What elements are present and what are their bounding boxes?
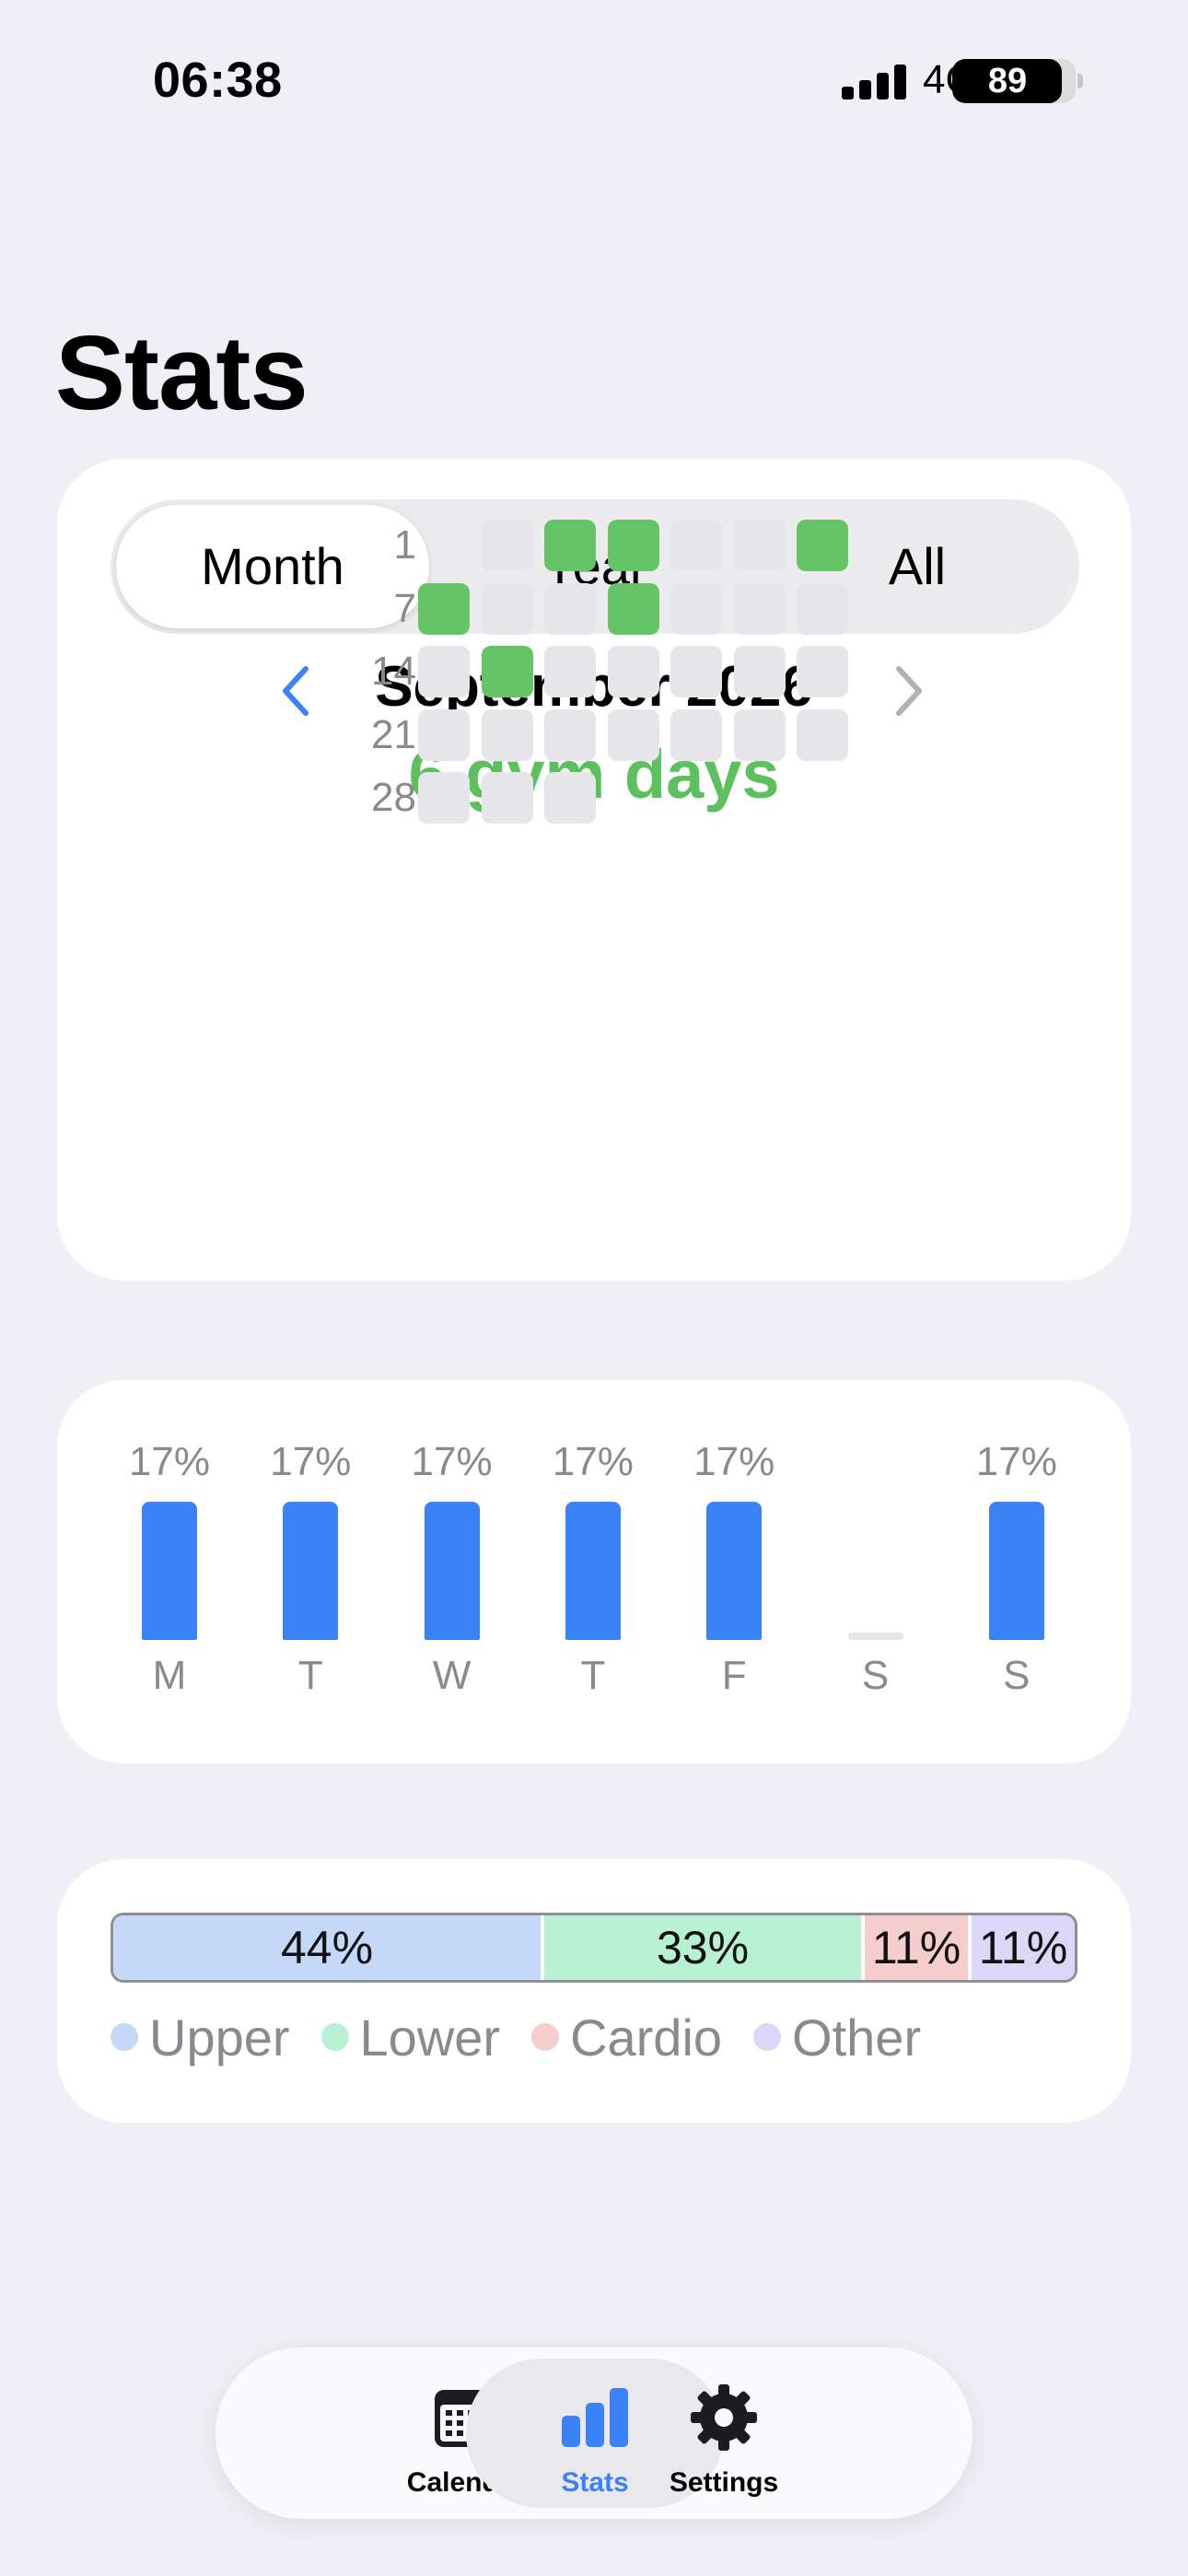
legend-item-cardio: Cardio xyxy=(531,2008,722,2067)
weekday-label: S xyxy=(1003,1653,1031,1698)
weekday-bar-percent: 17% xyxy=(411,1439,493,1484)
weekday-label: T xyxy=(297,1653,323,1698)
weekday-label: T xyxy=(580,1653,606,1698)
weekday-bar xyxy=(142,1502,197,1640)
calendar-day-cell[interactable] xyxy=(544,582,596,635)
weekday-bar xyxy=(565,1502,621,1640)
calendar-day-cell[interactable] xyxy=(481,708,533,761)
legend-label: Upper xyxy=(149,2008,290,2067)
legend-label: Lower xyxy=(359,2008,501,2067)
workout-split-legend: Upper Lower Cardio Other xyxy=(111,2005,952,2069)
calendar-day-cell[interactable] xyxy=(607,708,659,761)
weekday-bar xyxy=(706,1502,763,1640)
calendar-row-label: 7 xyxy=(393,585,416,631)
calendar-day-cell[interactable] xyxy=(607,582,659,635)
calendar-row-label: 1 xyxy=(393,522,416,568)
calendar-day-cell[interactable] xyxy=(797,520,848,571)
weekday-label: W xyxy=(432,1653,472,1698)
weekday-label: M xyxy=(152,1653,187,1698)
calendar-day-cell[interactable] xyxy=(733,520,786,571)
calendar-day-cell[interactable] xyxy=(544,772,596,824)
weekday-bar xyxy=(283,1502,339,1640)
calendar-row-label: 21 xyxy=(371,711,416,757)
calendar-day-cell[interactable] xyxy=(607,520,659,571)
weekday-bar xyxy=(988,1502,1044,1640)
calendar-day-cell[interactable] xyxy=(418,646,470,697)
battery-level: 89 xyxy=(987,62,1028,100)
calendar-day-cell[interactable] xyxy=(418,772,470,824)
tab-settings[interactable]: Settings xyxy=(595,2359,853,2508)
calendar-day-cell[interactable] xyxy=(544,520,596,571)
weekday-bar-percent: 17% xyxy=(693,1439,775,1484)
gear-icon xyxy=(691,2384,757,2451)
split-segment-lower: 33% xyxy=(541,1915,861,1980)
tab-settings-label: Settings xyxy=(669,2467,779,2498)
month-calendar-card: Month Year All September 2026 6 gym days… xyxy=(57,459,1131,1281)
calendar-day-cell[interactable] xyxy=(733,582,786,635)
calendar-day-cell[interactable] xyxy=(481,520,533,571)
calendar-day-cell[interactable] xyxy=(797,708,848,761)
tab-bar: Calendar Stats Settings xyxy=(215,2348,973,2519)
workout-split-bar: 44% 33% 11% 11% xyxy=(111,1913,1077,1983)
weekday-label: S xyxy=(861,1653,890,1698)
calendar-day-cell[interactable] xyxy=(797,646,848,697)
weekday-distribution-card: 17% M 17% T 17% W 17% T 17% F S 17% S xyxy=(57,1380,1131,1763)
calendar-day-cell[interactable] xyxy=(670,520,722,571)
legend-item-lower: Lower xyxy=(320,2008,501,2067)
calendar-day-cell[interactable] xyxy=(797,582,848,635)
weekday-bar-chart: 17% M 17% T 17% W 17% T 17% F S 17% S xyxy=(57,1380,1131,1763)
calendar-day-cell[interactable] xyxy=(670,708,722,761)
legend-label: Cardio xyxy=(570,2008,723,2067)
legend-label: Other xyxy=(792,2008,922,2067)
calendar-row-label: 14 xyxy=(371,649,416,694)
calendar-day-cell[interactable] xyxy=(481,582,533,635)
weekday-bar-percent: 17% xyxy=(128,1439,211,1484)
legend-dot xyxy=(753,2023,782,2051)
calendar-day-cell[interactable] xyxy=(418,708,470,761)
status-bar: 06:38 4G 89 xyxy=(0,0,1188,166)
month-heatmap-grid: 1 7 14 21 28 xyxy=(57,459,1131,1281)
split-segment-upper: 44% xyxy=(113,1915,541,1980)
battery-icon: 89 xyxy=(952,59,1083,103)
calendar-day-cell[interactable] xyxy=(733,708,786,761)
calendar-day-cell[interactable] xyxy=(607,646,659,697)
calendar-day-cell[interactable] xyxy=(544,646,596,697)
split-segment-other: 11% xyxy=(968,1915,1075,1980)
calendar-day-cell[interactable] xyxy=(544,708,596,761)
calendar-row-label: 28 xyxy=(371,775,416,820)
legend-dot xyxy=(111,2023,138,2051)
workout-split-card: 44% 33% 11% 11% Upper Lower Cardio Other xyxy=(57,1859,1131,2123)
weekday-bar-percent: 17% xyxy=(975,1439,1057,1484)
calendar-day-cell[interactable] xyxy=(418,582,470,635)
calendar-day-cell[interactable] xyxy=(481,772,533,824)
weekday-bar xyxy=(424,1502,480,1640)
legend-dot xyxy=(320,2023,349,2051)
weekday-bar-percent: 17% xyxy=(270,1439,352,1484)
status-time: 06:38 xyxy=(153,53,283,108)
legend-dot xyxy=(531,2023,560,2051)
calendar-day-cell[interactable] xyxy=(670,646,722,697)
split-segment-cardio: 11% xyxy=(861,1915,968,1980)
calendar-day-cell[interactable] xyxy=(481,646,533,697)
cellular-signal-icon xyxy=(842,63,906,100)
legend-item-upper: Upper xyxy=(111,2008,290,2067)
legend-item-other: Other xyxy=(753,2008,921,2067)
weekday-bar xyxy=(847,1633,903,1640)
weekday-label: F xyxy=(721,1653,747,1698)
calendar-day-cell[interactable] xyxy=(733,646,786,697)
calendar-day-cell[interactable] xyxy=(670,582,722,635)
weekday-bar-percent: 17% xyxy=(552,1439,634,1484)
page-title: Stats xyxy=(55,315,309,432)
